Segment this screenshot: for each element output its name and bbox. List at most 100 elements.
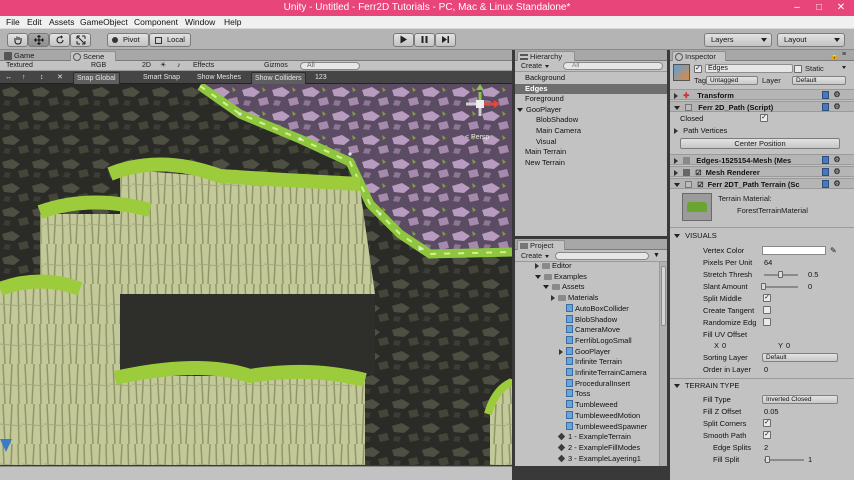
active-checkbox[interactable]: ✓ bbox=[694, 65, 702, 73]
tab-inspector[interactable]: Inspector bbox=[672, 51, 726, 61]
hierarchy-item[interactable]: Edges bbox=[515, 83, 667, 95]
expand-arrow-icon[interactable] bbox=[551, 295, 555, 302]
slider-knob[interactable] bbox=[765, 456, 770, 463]
gear-icon[interactable]: ⚙ bbox=[833, 168, 841, 176]
order-in-layer-field[interactable]: 0 bbox=[764, 364, 768, 375]
layers-dropdown[interactable]: Layers bbox=[704, 33, 772, 47]
slant-amount-field[interactable]: 0 bbox=[808, 281, 812, 292]
lock-icon[interactable]: 🔒 bbox=[830, 52, 839, 60]
lighting-icon[interactable]: ☀ bbox=[160, 61, 166, 71]
layer-dropdown[interactable]: Default bbox=[792, 76, 846, 85]
filter-icon[interactable]: ▼ bbox=[653, 252, 660, 260]
project-item[interactable]: CameraMove bbox=[515, 325, 659, 336]
slant-amount-slider[interactable] bbox=[764, 286, 798, 288]
move-arrows-icon[interactable]: ↔ bbox=[5, 72, 12, 83]
vertical-arrows-icon[interactable]: ↕ bbox=[40, 72, 44, 83]
hierarchy-search-input[interactable]: All bbox=[563, 62, 663, 70]
close-icon[interactable]: ✕ bbox=[830, 0, 852, 16]
pixels-per-unit-field[interactable]: 64 bbox=[764, 257, 772, 268]
project-item[interactable]: Editor bbox=[515, 262, 659, 272]
local-toggle[interactable]: Local bbox=[149, 33, 191, 47]
split-corners-checkbox[interactable]: ✓ bbox=[763, 419, 771, 427]
audio-icon[interactable]: ♪ bbox=[177, 61, 181, 71]
scene-viewport[interactable]: y < Persp bbox=[0, 84, 512, 465]
material-preview[interactable] bbox=[682, 193, 712, 221]
tab-game[interactable]: Game bbox=[2, 51, 40, 61]
terrain-script-header[interactable]: ☑ Ferr 2DT_Path Terrain (Sc ⚙ bbox=[670, 178, 854, 189]
step-button[interactable] bbox=[435, 33, 456, 47]
uv-x-field[interactable]: 0 bbox=[722, 340, 726, 351]
maximize-icon[interactable]: □ bbox=[808, 0, 830, 16]
slider-knob[interactable] bbox=[778, 271, 783, 278]
2d-mode-toggle[interactable]: 2D bbox=[142, 61, 151, 71]
pause-button[interactable] bbox=[414, 33, 435, 47]
scene-search-input[interactable]: All bbox=[300, 62, 360, 70]
gear-icon[interactable]: ⚙ bbox=[833, 103, 841, 111]
scale-tool-button[interactable] bbox=[70, 33, 91, 47]
show-meshes-button[interactable]: Show Meshes bbox=[197, 72, 241, 83]
hierarchy-item[interactable]: BlobShadow bbox=[515, 115, 667, 126]
project-item[interactable]: FerrlibLogoSmall bbox=[515, 335, 659, 347]
layout-dropdown[interactable]: Layout bbox=[777, 33, 845, 47]
pivot-toggle[interactable]: Pivot bbox=[107, 33, 149, 47]
smart-snap-button[interactable]: Smart Snap bbox=[143, 72, 180, 83]
hierarchy-item[interactable]: GooPlayer bbox=[515, 105, 667, 116]
menu-gameobject[interactable]: GameObject bbox=[80, 17, 128, 27]
path-vertices-row[interactable]: Path Vertices bbox=[670, 125, 854, 136]
create-tangents-checkbox[interactable] bbox=[763, 306, 771, 314]
rotate-tool-button[interactable] bbox=[49, 33, 70, 47]
terrain-script-checkbox[interactable]: ☑ bbox=[697, 180, 703, 191]
hierarchy-item[interactable]: Main Camera bbox=[515, 126, 667, 137]
project-item[interactable]: 3 - ExampleLayering1 bbox=[515, 454, 659, 465]
chevron-down-icon[interactable] bbox=[842, 66, 846, 69]
expand-arrow-icon[interactable] bbox=[559, 348, 563, 355]
help-book-icon[interactable] bbox=[822, 103, 829, 111]
mesh-filter-header[interactable]: Edges-1525154-Mesh (Mes ⚙ bbox=[670, 154, 854, 165]
gear-icon[interactable]: ⚙ bbox=[833, 180, 841, 188]
terrain-type-header[interactable]: TERRAIN TYPE bbox=[670, 380, 854, 391]
gear-icon[interactable]: ⚙ bbox=[833, 156, 841, 164]
panel-menu-icon[interactable]: ≡ bbox=[842, 51, 846, 58]
menu-help[interactable]: Help bbox=[224, 17, 241, 27]
fill-type-dropdown[interactable]: Inverted Closed bbox=[762, 395, 838, 404]
menu-edit[interactable]: Edit bbox=[27, 17, 42, 27]
hierarchy-item[interactable]: Visual bbox=[515, 137, 667, 148]
collapse-arrow-icon[interactable] bbox=[543, 285, 549, 290]
collapse-arrow-icon[interactable] bbox=[517, 107, 523, 112]
project-item[interactable]: TumbleweedMotion bbox=[515, 410, 659, 422]
hierarchy-item[interactable]: Main Terrain bbox=[515, 147, 667, 158]
transform-header[interactable]: ✚ Transform ⚙ bbox=[670, 89, 854, 100]
help-book-icon[interactable] bbox=[822, 168, 829, 176]
project-item[interactable]: BlobShadow bbox=[515, 314, 659, 326]
sorting-layer-dropdown[interactable]: Default bbox=[762, 353, 838, 362]
help-book-icon[interactable] bbox=[822, 91, 829, 99]
project-item[interactable]: TumbleweedSpawner bbox=[515, 421, 659, 433]
center-position-button[interactable]: Center Position bbox=[680, 138, 840, 149]
path-script-header[interactable]: Ferr 2D_Path (Script) ⚙ bbox=[670, 101, 854, 112]
project-item[interactable]: 1 - ExampleTerrain bbox=[515, 432, 659, 443]
scrollbar-thumb[interactable] bbox=[661, 266, 666, 326]
project-item[interactable]: Materials bbox=[515, 293, 659, 304]
project-item[interactable]: GooPlayer bbox=[515, 346, 659, 358]
expand-arrow-icon[interactable] bbox=[535, 263, 539, 269]
visuals-header[interactable]: VISUALS bbox=[670, 230, 854, 241]
tab-hierarchy[interactable]: Hierarchy bbox=[517, 51, 575, 61]
fill-split-slider[interactable] bbox=[764, 459, 804, 461]
edge-splits-field[interactable]: 2 bbox=[764, 442, 768, 453]
shading-mode-dropdown[interactable]: Textured bbox=[6, 61, 33, 71]
hierarchy-item[interactable]: Foreground bbox=[515, 94, 667, 105]
hierarchy-item[interactable]: Background bbox=[515, 73, 667, 84]
mesh-renderer-header[interactable]: ☑ Mesh Renderer ⚙ bbox=[670, 166, 854, 177]
menu-file[interactable]: File bbox=[6, 17, 20, 27]
hierarchy-item[interactable]: New Terrain bbox=[515, 158, 667, 169]
project-item[interactable]: InfiniteTerrainCamera bbox=[515, 368, 659, 379]
tab-scene[interactable]: Scene bbox=[70, 51, 116, 61]
project-scrollbar[interactable] bbox=[659, 262, 667, 466]
menu-assets[interactable]: Assets bbox=[49, 17, 75, 27]
vertex-color-swatch[interactable] bbox=[762, 246, 826, 255]
project-item[interactable]: ProceduralInsert bbox=[515, 378, 659, 390]
project-item[interactable]: AutoBoxCollider bbox=[515, 303, 659, 315]
closed-checkbox[interactable]: ✓ bbox=[760, 114, 768, 122]
project-item[interactable]: Examples bbox=[515, 272, 659, 283]
project-search-input[interactable] bbox=[555, 252, 649, 260]
